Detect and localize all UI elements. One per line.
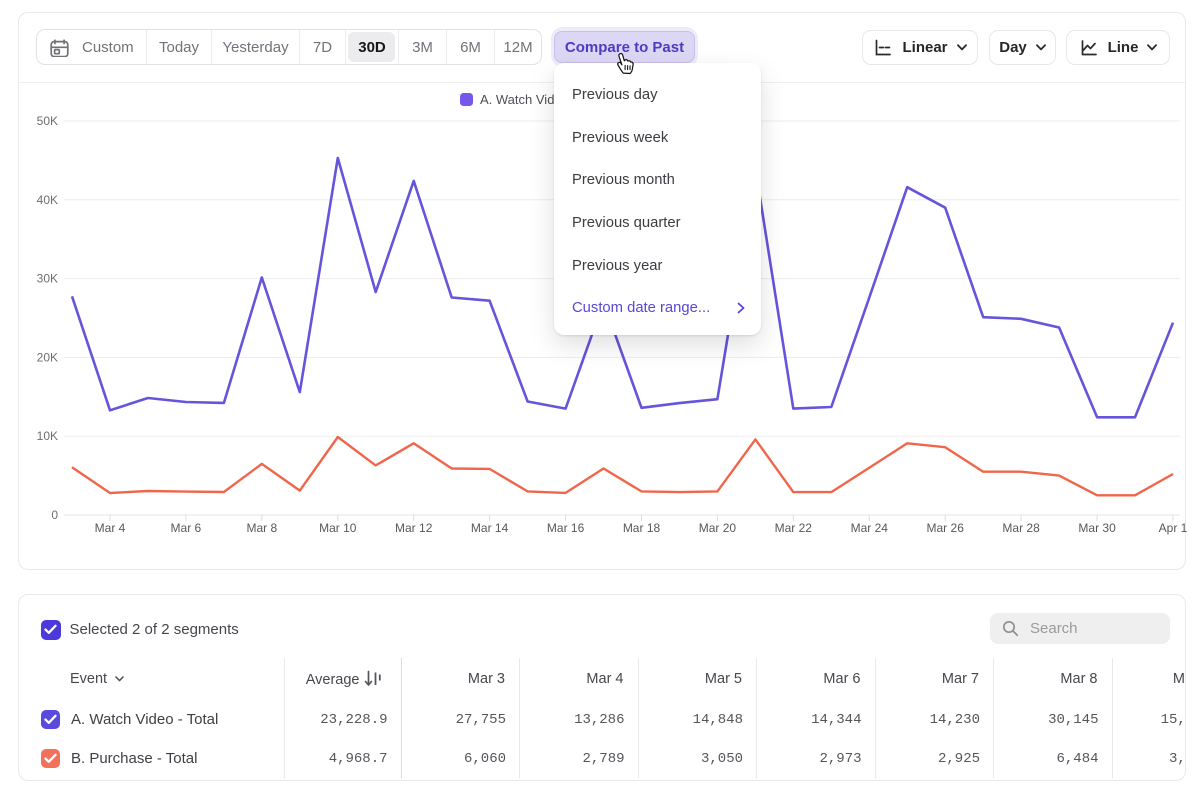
svg-text:Mar 12: Mar 12 [395,521,433,535]
svg-text:Mar 20: Mar 20 [699,521,737,535]
svg-text:40K: 40K [37,193,58,207]
svg-text:0: 0 [51,508,58,522]
svg-text:Mar 30: Mar 30 [1078,521,1116,535]
svg-text:Mar 28: Mar 28 [1002,521,1040,535]
svg-text:30K: 30K [37,272,58,286]
svg-text:Mar 8: Mar 8 [246,521,277,535]
svg-text:Mar 14: Mar 14 [471,521,509,535]
svg-text:Mar 22: Mar 22 [775,521,813,535]
svg-text:Mar 6: Mar 6 [171,521,202,535]
svg-text:10K: 10K [37,429,58,443]
svg-text:Apr 1: Apr 1 [1159,521,1188,535]
svg-text:Mar 18: Mar 18 [623,521,661,535]
svg-text:50K: 50K [37,114,58,128]
svg-text:Mar 16: Mar 16 [547,521,585,535]
svg-text:Mar 24: Mar 24 [851,521,889,535]
svg-text:Mar 10: Mar 10 [319,521,357,535]
svg-text:Mar 4: Mar 4 [95,521,126,535]
svg-text:Mar 26: Mar 26 [927,521,965,535]
svg-text:20K: 20K [37,350,58,364]
